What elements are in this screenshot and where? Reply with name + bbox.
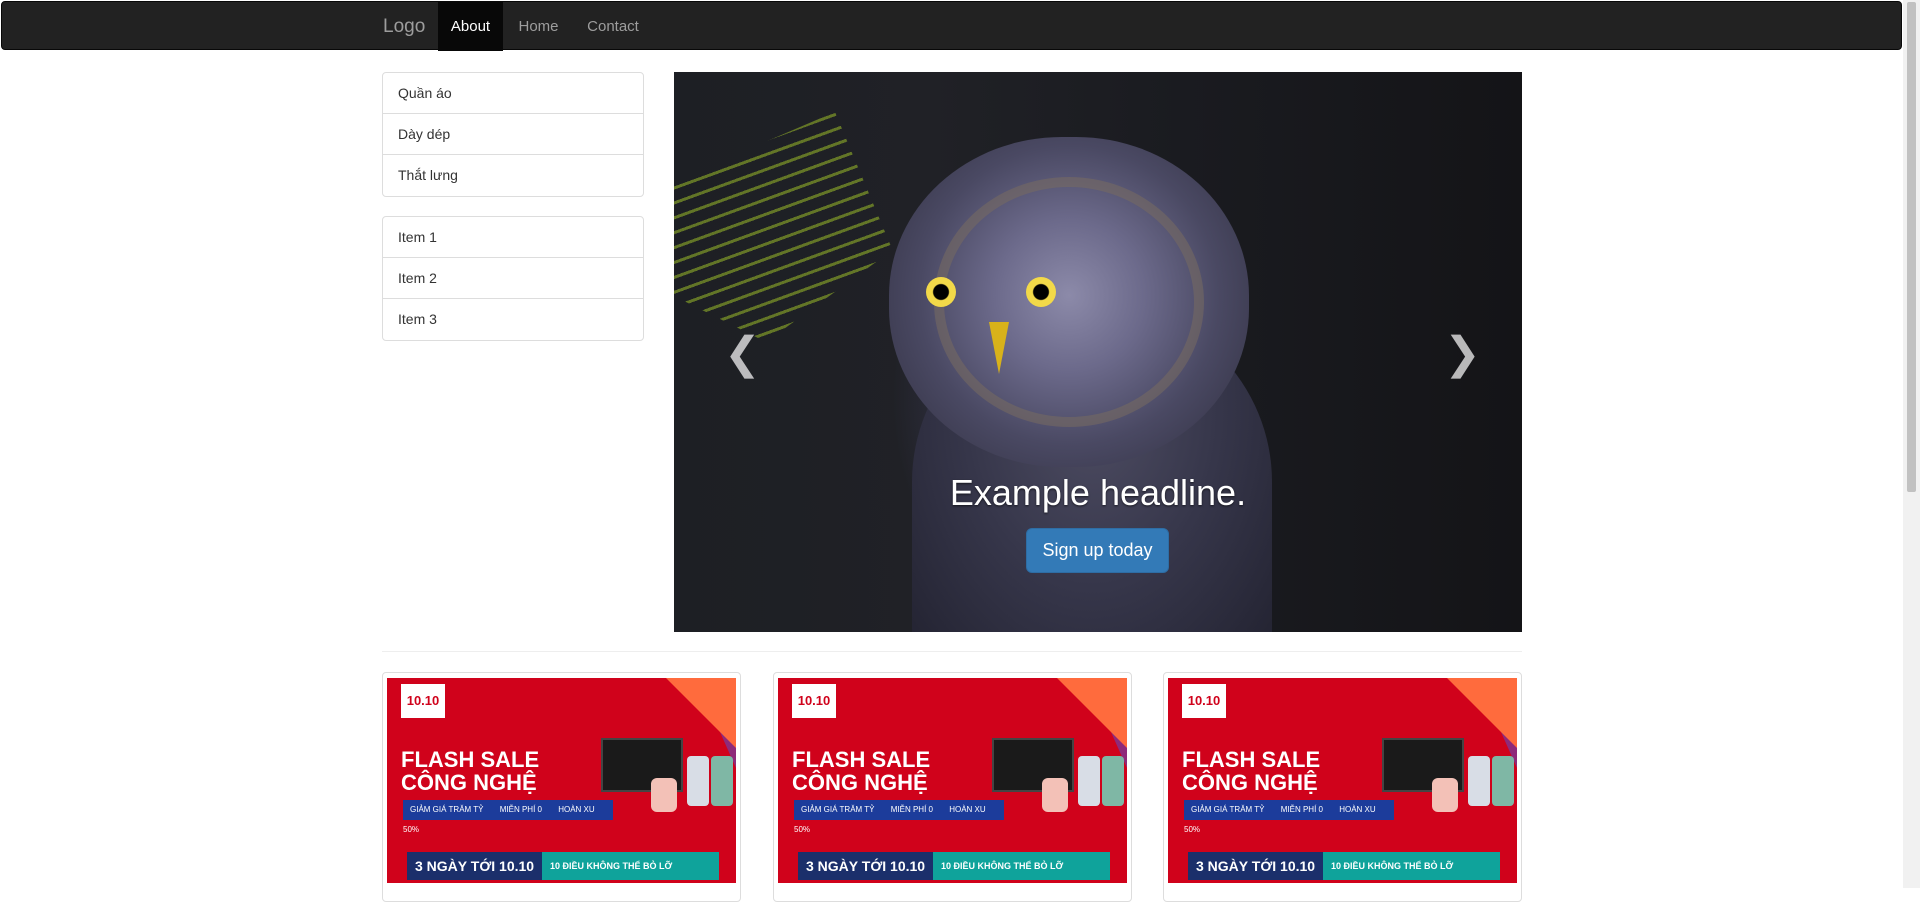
banner-promos: GIẢM GIÁ TRĂM TỶ MIỄN PHÍ 0 HOÀN XU 50% xyxy=(1184,800,1394,834)
list-item-3[interactable]: Item 3 xyxy=(383,299,643,340)
carousel-headline: Example headline. xyxy=(949,472,1247,513)
banner-tag: 10.10 xyxy=(1182,684,1226,718)
nav-item-home[interactable]: Home xyxy=(504,2,573,51)
nav-item-about[interactable]: About xyxy=(438,2,503,51)
category-list: Quần áo Dày dép Thắt lưng xyxy=(382,72,644,197)
banner-title-line1: FLASH SALE xyxy=(792,747,931,772)
product-thumbnail[interactable]: 10.10 FLASH SALE CÔNG NGHỆ GIẢM GIÁ TRĂM… xyxy=(773,672,1132,902)
owl-left-eye xyxy=(926,277,956,307)
phone-image xyxy=(687,756,709,806)
phone-image xyxy=(1492,756,1514,806)
list-item-quan-ao[interactable]: Quần áo xyxy=(383,73,643,114)
section-divider xyxy=(382,651,1522,652)
phone-image xyxy=(1078,756,1100,806)
pine-branch xyxy=(674,112,893,342)
banner-bottom-bar: 3 NGÀY TỚI 10.10 10 ĐIỀU KHÔNG THỂ BỎ LỠ xyxy=(798,852,1110,880)
banner-tag: 10.10 xyxy=(401,684,445,718)
banner-title: FLASH SALE CÔNG NGHỆ xyxy=(401,748,539,794)
watch-image xyxy=(651,778,677,812)
banner-bottom-left: 3 NGÀY TỚI 10.10 xyxy=(1196,858,1316,874)
item-list: Item 1 Item 2 Item 3 xyxy=(382,216,644,341)
top-navbar: Logo About Home Contact xyxy=(1,1,1902,51)
banner-promos: GIẢM GIÁ TRĂM TỶ MIỄN PHÍ 0 HOÀN XU 50% xyxy=(403,800,613,834)
banner-title-line2: CÔNG NGHỆ xyxy=(792,770,928,795)
flash-sale-banner[interactable]: 10.10 FLASH SALE CÔNG NGHỆ GIẢM GIÁ TRĂM… xyxy=(1168,678,1517,883)
phone-image xyxy=(1102,756,1124,806)
banner-title: FLASH SALE CÔNG NGHỆ xyxy=(792,748,930,794)
sign-up-button[interactable]: Sign up today xyxy=(1026,528,1169,573)
banner-title-line1: FLASH SALE xyxy=(401,747,540,772)
nav-item-contact[interactable]: Contact xyxy=(574,2,652,51)
owl-beak xyxy=(989,322,1009,374)
scrollbar-thumb[interactable] xyxy=(1907,2,1916,492)
watch-image xyxy=(1432,778,1458,812)
banner-title-line2: CÔNG NGHỆ xyxy=(401,770,537,795)
brand-logo[interactable]: Logo xyxy=(383,2,425,51)
banner-promo: MIỄN PHÍ 0 xyxy=(499,805,542,814)
list-item-day-dep[interactable]: Dày dép xyxy=(383,114,643,155)
owl-facial-disc xyxy=(934,177,1204,427)
list-item-2[interactable]: Item 2 xyxy=(383,258,643,299)
banner-tag: 10.10 xyxy=(792,684,836,718)
banner-bottom-right: 10 ĐIỀU KHÔNG THỂ BỎ LỠ xyxy=(542,852,719,880)
product-thumbnail[interactable]: 10.10 FLASH SALE CÔNG NGHỆ GIẢM GIÁ TRĂM… xyxy=(1163,672,1522,902)
banner-promo: GIẢM GIÁ TRĂM TỶ xyxy=(410,805,484,814)
hero-carousel: ❮ ❯ Example headline. Sign up today xyxy=(674,72,1522,632)
flash-sale-banner[interactable]: 10.10 FLASH SALE CÔNG NGHỆ GIẢM GIÁ TRĂM… xyxy=(387,678,736,883)
banner-title-line2: CÔNG NGHỆ xyxy=(1182,770,1318,795)
banner-promo: MIỄN PHÍ 0 xyxy=(1280,805,1323,814)
phone-image xyxy=(1468,756,1490,806)
chevron-right-icon[interactable]: ❯ xyxy=(1444,332,1481,376)
banner-promos: GIẢM GIÁ TRĂM TỶ MIỄN PHÍ 0 HOÀN XU 50% xyxy=(794,800,1004,834)
banner-title: FLASH SALE CÔNG NGHỆ xyxy=(1182,748,1320,794)
flash-sale-banner[interactable]: 10.10 FLASH SALE CÔNG NGHỆ GIẢM GIÁ TRĂM… xyxy=(778,678,1127,883)
carousel-caption: Example headline. xyxy=(674,472,1522,514)
watch-image xyxy=(1042,778,1068,812)
banner-promo: GIẢM GIÁ TRĂM TỶ xyxy=(1191,805,1265,814)
owl-right-eye xyxy=(1026,277,1056,307)
banner-bottom-left: 3 NGÀY TỚI 10.10 xyxy=(806,858,926,874)
banner-title-line1: FLASH SALE xyxy=(1182,747,1321,772)
banner-bottom-right: 10 ĐIỀU KHÔNG THỂ BỎ LỠ xyxy=(1323,852,1500,880)
banner-promo: GIẢM GIÁ TRĂM TỶ xyxy=(801,805,875,814)
banner-bottom-bar: 3 NGÀY TỚI 10.10 10 ĐIỀU KHÔNG THỂ BỎ LỠ xyxy=(1188,852,1500,880)
banner-promo: MIỄN PHÍ 0 xyxy=(890,805,933,814)
banner-bottom-bar: 3 NGÀY TỚI 10.10 10 ĐIỀU KHÔNG THỂ BỎ LỠ xyxy=(407,852,719,880)
chevron-left-icon[interactable]: ❮ xyxy=(724,332,761,376)
banner-bottom-left: 3 NGÀY TỚI 10.10 xyxy=(415,858,535,874)
list-item-that-lung[interactable]: Thắt lưng xyxy=(383,155,643,196)
phone-image xyxy=(711,756,733,806)
banner-bottom-right: 10 ĐIỀU KHÔNG THỂ BỎ LỠ xyxy=(933,852,1110,880)
page-scrollbar[interactable] xyxy=(1903,0,1920,888)
product-thumbnail[interactable]: 10.10 FLASH SALE CÔNG NGHỆ GIẢM GIÁ TRĂM… xyxy=(382,672,741,902)
list-item-1[interactable]: Item 1 xyxy=(383,217,643,258)
